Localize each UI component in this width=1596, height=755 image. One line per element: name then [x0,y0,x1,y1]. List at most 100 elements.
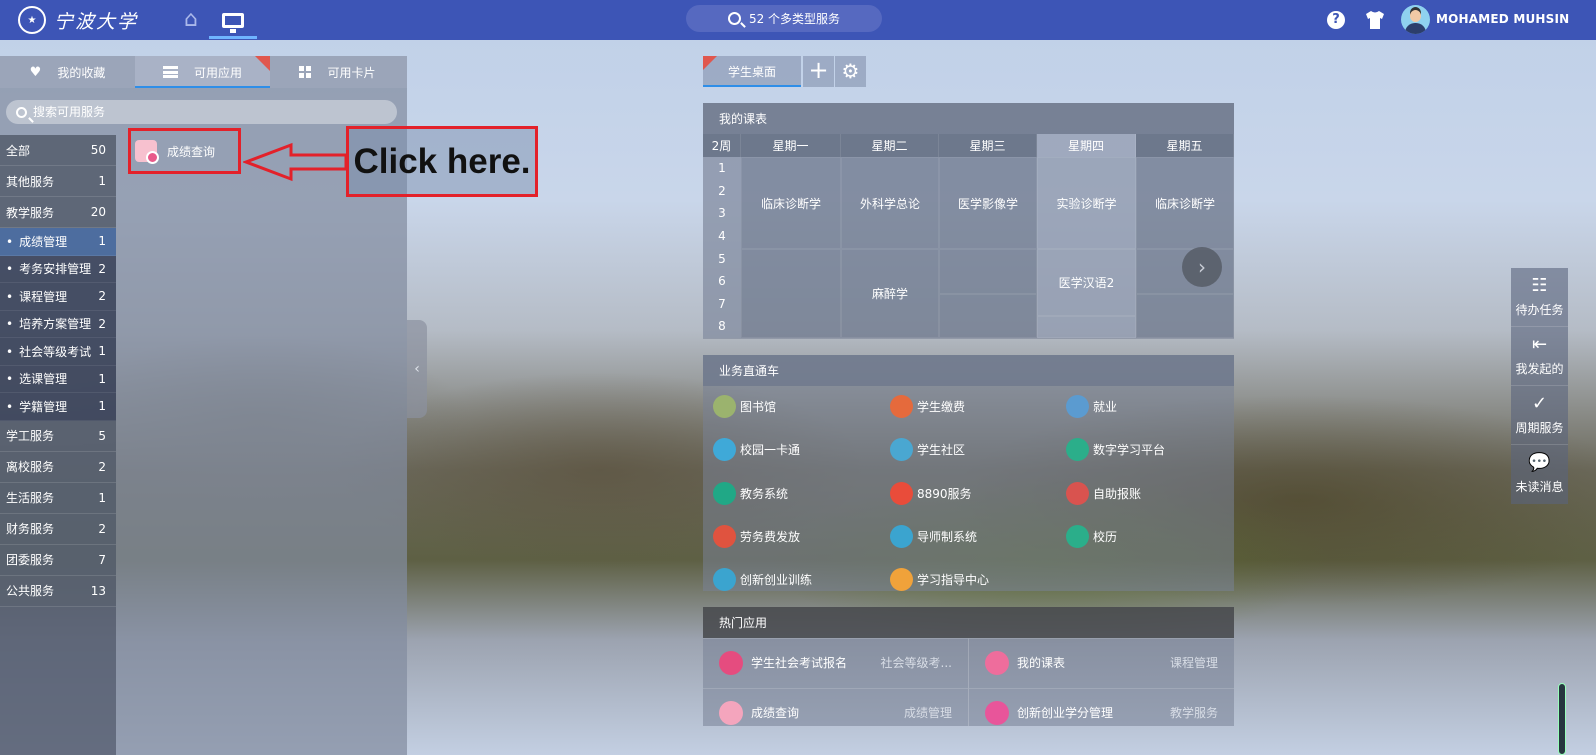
category-all[interactable]: 全部 50 [0,135,116,166]
bullet: • [6,262,14,277]
university-logo[interactable]: ★ 宁波大学 [18,5,138,35]
timetable: 2周 星期一 星期二 星期三 星期四 星期五 1 2 3 4 5 6 7 8 临… [703,134,1234,338]
app-grade-query[interactable]: 成绩查询 [128,128,241,174]
day-header-today: 星期四 [1037,134,1136,157]
category-other[interactable]: 其他服务 1 [0,166,116,197]
bullet: • [6,234,14,249]
business-item[interactable]: 校园一卡通 [713,438,800,461]
todo-tasks-button[interactable]: ☷ 待办任务 [1511,268,1568,327]
course-cell[interactable]: 医学汉语2 [1037,249,1136,316]
unread-messages-button[interactable]: 💬 未读消息 [1511,445,1568,504]
business-item[interactable]: 图书馆 [713,395,776,418]
subcategory-exam-arrangement[interactable]: • 考务安排管理 2 [0,255,116,283]
help-icon[interactable]: ? [1327,11,1345,29]
category-leaving-school[interactable]: 离校服务 2 [0,451,116,483]
home-icon[interactable]: ⌂ [178,8,204,32]
hot-app-item[interactable]: 学生社会考试报名 社会等级考... [703,638,968,686]
tab-student-desktop[interactable]: 学生桌面 [703,56,801,87]
category-label: 离校服务 [6,460,55,474]
subcategory-count: 2 [98,261,106,276]
category-life[interactable]: 生活服务 1 [0,482,116,514]
subcategory-course-selection[interactable]: • 选课管理 1 [0,365,116,393]
subcategory-count: 2 [98,316,106,331]
day-header: 星期一 [741,134,841,157]
grade-query-icon [719,700,743,725]
business-item[interactable]: 学生社区 [890,438,965,461]
business-item[interactable]: 8890服务 [890,482,972,505]
period-number: 1 [703,157,741,180]
schedule-icon [985,650,1009,675]
subcategory-course[interactable]: • 课程管理 2 [0,283,116,311]
annotation-text: Click here. [353,141,531,181]
calendar-icon [1066,525,1089,548]
library-icon [713,395,736,418]
service-search-input[interactable] [33,105,373,119]
business-item[interactable]: 数字学习平台 [1066,438,1165,461]
business-label: 校历 [1093,530,1118,544]
service-search-button[interactable]: 52 个多类型服务 [686,5,882,32]
business-item[interactable]: 学生缴费 [890,395,965,418]
hot-app-item[interactable]: 成绩查询 成绩管理 [703,688,968,726]
course-cell[interactable]: 临床诊断学 [1136,157,1234,249]
tab-available-cards[interactable]: 可用卡片 [270,56,405,88]
course-cell[interactable]: 医学影像学 [939,157,1037,249]
business-label: 学习指导中心 [917,573,990,587]
gear-icon[interactable]: ⚙ [835,56,866,87]
category-teaching[interactable]: 教学服务 20 [0,197,116,228]
hot-app-item[interactable]: 我的课表 课程管理 [969,638,1234,686]
category-label: 生活服务 [6,491,55,505]
category-finance[interactable]: 财务服务 2 [0,513,116,545]
username[interactable]: MOHAMED MUHSIN [1436,12,1569,26]
tab-available-apps[interactable]: 可用应用 [135,56,270,88]
business-item[interactable]: 教务系统 [713,482,788,505]
category-label: 全部 [6,143,31,158]
hot-app-item[interactable]: 创新创业学分管理 教学服务 [969,688,1234,726]
hot-apps-card: 热门应用 学生社会考试报名 社会等级考... 我的课表 课程管理 成绩查询 成绩管理 … [703,607,1234,726]
course-cell[interactable]: 临床诊断学 [741,157,841,249]
category-label: 学工服务 [6,429,55,443]
add-desktop-button[interactable]: + [803,56,834,87]
subcategory-grades[interactable]: • 成绩管理 1 [0,228,116,256]
initiated-button[interactable]: ⇤ 我发起的 [1511,327,1568,386]
course-cell[interactable]: 麻醉学 [841,249,939,338]
course-cell[interactable]: 外科学总论 [841,157,939,249]
shirt-icon[interactable] [1364,9,1386,31]
bullet: • [6,289,14,304]
category-count: 5 [98,428,106,443]
category-public[interactable]: 公共服务 13 [0,575,116,607]
category-label: 团委服务 [6,553,55,567]
next-week-button[interactable]: › [1182,247,1222,287]
thermometer-widget[interactable] [1558,683,1566,755]
category-youth-league[interactable]: 团委服务 7 [0,544,116,576]
business-item[interactable]: 就业 [1066,395,1117,418]
business-label: 校园一卡通 [740,443,801,457]
flow-icon: ⇤ [1531,333,1548,355]
subcategory-label: 考务安排管理 [19,262,92,277]
business-item[interactable]: 劳务费发放 [713,525,800,548]
business-label: 劳务费发放 [740,530,801,544]
tab-favorites[interactable]: ♥ 我的收藏 [0,56,135,88]
timetable-card: 我的课表 2周 星期一 星期二 星期三 星期四 星期五 1 2 3 4 5 6 … [703,103,1234,339]
day-header: 星期五 [1136,134,1234,157]
subcategory-social-exam[interactable]: • 社会等级考试 1 [0,338,116,366]
app-label: 成绩查询 [167,144,216,159]
collapse-panel-handle[interactable]: ‹ [407,320,427,418]
float-menu: ☷ 待办任务 ⇤ 我发起的 ✓ 周期服务 💬 未读消息 [1511,268,1568,504]
business-item[interactable]: 导师制系统 [890,525,977,548]
course-cell[interactable]: 实验诊断学 [1037,157,1136,249]
empty-cell [939,294,1037,338]
desktop-nav-button[interactable] [209,0,257,40]
category-count: 7 [98,552,106,567]
periodic-service-button[interactable]: ✓ 周期服务 [1511,386,1568,445]
subcategory-student-status[interactable]: • 学籍管理 1 [0,393,116,421]
subcategory-training-plan[interactable]: • 培养方案管理 2 [0,310,116,338]
avatar[interactable] [1401,5,1430,34]
business-item[interactable]: 创新创业训练 [713,568,812,591]
category-student-affairs[interactable]: 学工服务 5 [0,420,116,452]
check-shield-icon: ✓ [1531,392,1548,414]
category-count: 50 [90,143,106,157]
business-item[interactable]: 学习指导中心 [890,568,989,591]
day-header: 星期三 [939,134,1037,157]
business-item[interactable]: 自助报账 [1066,482,1141,505]
business-item[interactable]: 校历 [1066,525,1117,548]
